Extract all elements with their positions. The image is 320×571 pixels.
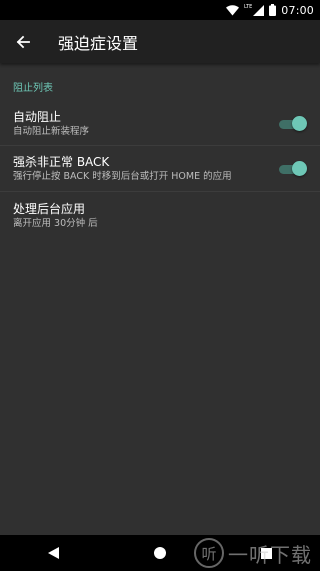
pref-force-kill-back-text: 强杀非正常 BACK 强行停止按 BACK 时移到后台或打开 HOME 的应用 (13, 154, 307, 183)
switch-thumb (292, 160, 307, 176)
status-time: 07:00 (281, 3, 314, 17)
preferences-list: 阻止列表 自动阻止 自动阻止新装程序 强杀非正常 BACK 强行停止按 BACK… (0, 63, 320, 238)
pref-background-apps-text: 处理后台应用 离开应用 30分钟 后 (13, 201, 307, 230)
nav-home-button[interactable] (140, 535, 180, 571)
pref-force-kill-back[interactable]: 强杀非正常 BACK 强行停止按 BACK 时移到后台或打开 HOME 的应用 (0, 146, 320, 192)
pref-title: 强杀非正常 BACK (13, 155, 110, 169)
page-title: 强迫症设置 (58, 33, 139, 53)
screen: LTE 07:00 强迫症设置 阻止列表 自动阻止 自动阻止新装程序 强杀非正常… (0, 0, 320, 571)
switch-thumb (292, 115, 307, 131)
force-kill-back-switch[interactable] (279, 160, 307, 177)
watermark-logo-text: 听 (201, 544, 217, 563)
signal-icon (253, 4, 265, 16)
pref-summary: 离开应用 30分钟 后 (13, 217, 98, 229)
status-bar: LTE 07:00 (0, 0, 320, 20)
pref-title: 自动阻止 (13, 110, 62, 124)
watermark-logo-icon: 听 (194, 538, 224, 568)
wifi-icon (225, 4, 239, 16)
network-type-label: LTE (243, 4, 253, 10)
pref-summary: 强行停止按 BACK 时移到后台或打开 HOME 的应用 (13, 171, 232, 182)
arrow-left-icon (16, 35, 30, 49)
pref-background-apps[interactable]: 处理后台应用 离开应用 30分钟 后 (0, 192, 320, 238)
toolbar: 强迫症设置 (0, 20, 320, 63)
section-header: 阻止列表 (13, 83, 53, 94)
back-triangle-icon (47, 547, 59, 559)
pref-title: 处理后台应用 (13, 201, 86, 216)
pref-auto-block-text: 自动阻止 自动阻止新装程序 (13, 109, 307, 138)
pref-summary: 自动阻止新装程序 (13, 126, 90, 137)
auto-block-switch[interactable] (279, 115, 307, 132)
battery-icon (269, 4, 277, 16)
back-button[interactable] (2, 20, 44, 63)
watermark: 听 一听下载 (194, 537, 312, 569)
home-circle-icon (153, 547, 166, 559)
nav-back-button[interactable] (33, 535, 73, 571)
pref-auto-block[interactable]: 自动阻止 自动阻止新装程序 (0, 102, 320, 146)
watermark-text: 一听下载 (228, 542, 312, 567)
